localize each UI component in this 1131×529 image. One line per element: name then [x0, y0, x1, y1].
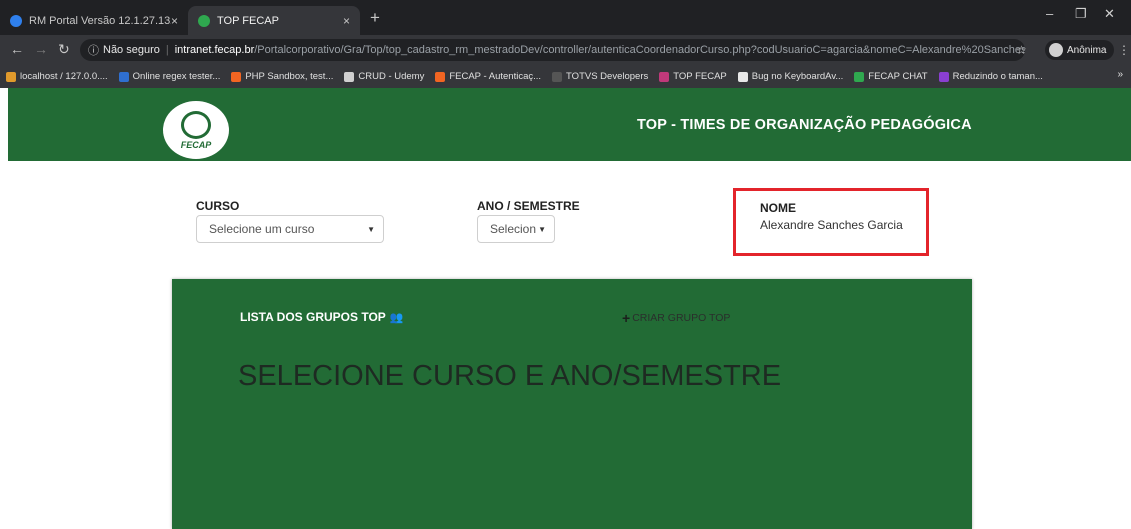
bookmark-label: Online regex tester...: [132, 71, 221, 82]
tab-top-fecap[interactable]: TOP FECAP ×: [188, 6, 360, 35]
bookmark-keyboard-bug[interactable]: Bug no KeyboardAv...: [737, 71, 844, 82]
address-bar[interactable]: ⓘ Não seguro | intranet.fecap.br /Portal…: [80, 39, 1025, 61]
bookmark-regex[interactable]: Online regex tester...: [118, 71, 221, 82]
bookmark-favicon-icon: [854, 71, 865, 82]
bookmark-favicon-icon: [552, 71, 563, 82]
profile-label: Anônima: [1067, 44, 1107, 56]
browser-menu-icon[interactable]: ⋮: [1118, 43, 1130, 57]
tab-rm-portal[interactable]: RM Portal Versão 12.1.27.132 ×: [0, 6, 188, 35]
bookmark-favicon-icon: [344, 71, 355, 82]
minimize-icon[interactable]: –: [1046, 6, 1053, 21]
plus-icon: +: [622, 310, 631, 326]
fecap-logo: FECAP: [163, 101, 229, 159]
bookmark-fecap-auth[interactable]: FECAP - Autenticaç...: [435, 71, 541, 82]
panel-title: LISTA DOS GRUPOS TOP 👥: [240, 310, 404, 324]
mercury-emblem-icon: [181, 110, 211, 139]
restore-icon[interactable]: ❐: [1075, 6, 1087, 22]
back-arrow-icon[interactable]: ←: [10, 41, 24, 57]
chevron-down-icon: ▼: [367, 225, 375, 234]
bookmark-label: Reduzindo o taman...: [952, 71, 1043, 82]
curso-select[interactable]: Selecione um curso ▼: [196, 215, 384, 243]
incognito-profile-button[interactable]: Anônima: [1045, 40, 1115, 60]
url-path: /Portalcorporativo/Gra/Top/top_cadastro_…: [254, 44, 1025, 56]
more-bookmarks-icon[interactable]: »: [1117, 69, 1123, 80]
site-title: TOP - TIMES DE ORGANIZAÇÃO PEDAGÓGICA: [637, 117, 972, 133]
bookmark-label: CRUD - Udemy: [358, 71, 425, 82]
bookmark-favicon-icon: [435, 71, 446, 82]
nome-label: NOME: [760, 201, 796, 215]
ano-semestre-label: ANO / SEMESTRE: [477, 199, 580, 213]
bookmark-crud-udemy[interactable]: CRUD - Udemy: [344, 71, 424, 82]
chevron-down-icon: ▼: [538, 225, 546, 234]
bookmark-fecap-chat[interactable]: FECAP CHAT: [854, 71, 928, 82]
bookmark-label: localhost / 127.0.0....: [20, 71, 108, 82]
reload-icon[interactable]: ↻: [58, 41, 70, 58]
new-tab-icon[interactable]: +: [370, 8, 380, 28]
bookmark-favicon-icon: [6, 71, 16, 82]
bookmark-totvs[interactable]: TOTVS Developers: [552, 71, 648, 82]
nome-highlight-box: NOME Alexandre Sanches Garcia: [733, 188, 929, 256]
bookmark-favicon-icon: [659, 71, 670, 82]
curso-select-value: Selecione um curso: [209, 222, 315, 236]
curso-label: CURSO: [196, 199, 240, 213]
bookmark-favicon-icon: [231, 71, 242, 82]
bookmarks-bar: localhost / 127.0.0.... Online regex tes…: [0, 65, 1131, 88]
rm-portal-favicon-icon: [10, 14, 22, 27]
bookmark-localhost[interactable]: localhost / 127.0.0....: [6, 71, 108, 82]
url-separator: |: [165, 44, 169, 56]
bookmark-php-sandbox[interactable]: PHP Sandbox, test...: [231, 71, 333, 82]
bookmark-favicon-icon: [118, 71, 129, 82]
tab-title: TOP FECAP: [217, 14, 279, 27]
browser-tab-bar: RM Portal Versão 12.1.27.132 × TOP FECAP…: [0, 0, 1131, 35]
bookmark-label: TOP FECAP: [673, 71, 727, 82]
ano-semestre-select[interactable]: Selecion ▼: [477, 215, 555, 243]
browser-toolbar: ← → ↻ ⓘ Não seguro | intranet.fecap.br /…: [0, 35, 1131, 65]
create-group-label: CRIAR GRUPO TOP: [632, 312, 731, 324]
create-group-button[interactable]: + CRIAR GRUPO TOP: [622, 310, 730, 326]
bookmark-label: FECAP CHAT: [868, 71, 928, 82]
tab-close-icon[interactable]: ×: [343, 14, 350, 28]
github-icon: [737, 71, 748, 82]
security-status: Não seguro: [103, 44, 160, 56]
incognito-icon: [1049, 43, 1063, 57]
forward-arrow-icon[interactable]: →: [34, 41, 48, 57]
empty-state-message: SELECIONE CURSO E ANO/SEMESTRE: [238, 360, 782, 392]
bookmark-favicon-icon: [938, 71, 949, 82]
window-close-icon[interactable]: ✕: [1104, 6, 1115, 22]
bookmark-label: FECAP - Autenticaç...: [449, 71, 542, 82]
url-host: intranet.fecap.br: [174, 44, 255, 56]
bookmark-label: TOTVS Developers: [566, 71, 649, 82]
bookmark-label: PHP Sandbox, test...: [245, 71, 334, 82]
logo-text: FECAP: [180, 139, 212, 150]
panel-title-text: LISTA DOS GRUPOS TOP: [240, 310, 386, 324]
users-icon: 👥: [389, 311, 404, 324]
tab-title: RM Portal Versão 12.1.27.132: [29, 14, 171, 27]
fecap-favicon-icon: [198, 14, 210, 27]
bookmark-label: Bug no KeyboardAv...: [751, 71, 844, 82]
bookmark-top-fecap[interactable]: TOP FECAP: [659, 71, 727, 82]
bookmark-star-icon[interactable]: ☆: [1016, 43, 1027, 57]
nome-value: Alexandre Sanches Garcia: [760, 218, 903, 232]
site-info-icon[interactable]: ⓘ: [88, 42, 99, 58]
bookmark-reduzindo[interactable]: Reduzindo o taman...: [938, 71, 1043, 82]
ano-semestre-select-value: Selecion: [490, 222, 537, 236]
tab-close-icon[interactable]: ×: [171, 14, 178, 28]
